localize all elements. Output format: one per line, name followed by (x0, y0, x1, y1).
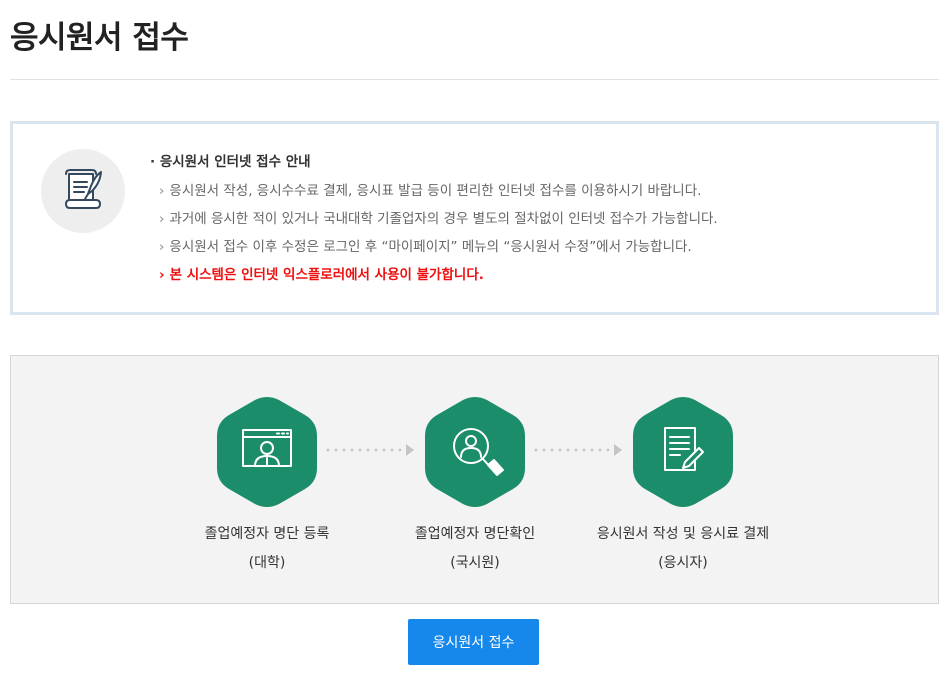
chevron-right-icon: › (159, 211, 165, 227)
step-sub: (국시원) (450, 555, 500, 571)
title-divider (10, 79, 939, 80)
notice-item: › 응시원서 접수 이후 수정은 로그인 후 “마이페이지” 메뉴의 “응시원서 … (159, 239, 692, 255)
person-search-icon (425, 397, 525, 507)
monitor-person-icon (217, 397, 317, 507)
step-register: 졸업예정자 명단 등록 (대학) (157, 396, 377, 574)
step-verify: 졸업예정자 명단확인 (국시원) (365, 396, 585, 574)
document-quill-icon (41, 149, 125, 233)
notice-box: · 응시원서 인터넷 접수 안내 › 응시원서 작성, 응시수수료 결제, 응시표… (10, 121, 939, 315)
notice-heading: · 응시원서 인터넷 접수 안내 (150, 154, 311, 170)
step-sub: (대학) (248, 555, 286, 571)
process-steps: 졸업예정자 명단 등록 (대학) 졸업예정자 명단확인 (국시원) 응시원서 작… (10, 355, 939, 604)
step-apply: 응시원서 작성 및 응시료 결제 (응시자) (573, 396, 793, 574)
step-label: 졸업예정자 명단확인 (414, 526, 536, 542)
step-label: 졸업예정자 명단 등록 (204, 526, 330, 542)
document-pen-icon (633, 397, 733, 507)
step-sub: (응시자) (658, 555, 708, 571)
chevron-right-icon: › (159, 183, 165, 199)
page-title: 응시원서 접수 (10, 20, 189, 56)
chevron-right-icon: › (159, 267, 165, 283)
notice-text: · 응시원서 인터넷 접수 안내 › 응시원서 작성, 응시수수료 결제, 응시표… (150, 152, 718, 293)
notice-item: › 응시원서 작성, 응시수수료 결제, 응시표 발급 등이 편리한 인터넷 접수… (159, 183, 702, 199)
notice-item: › 과거에 응시한 적이 있거나 국내대학 기졸업자의 경우 별도의 절차없이 인… (159, 211, 718, 227)
submit-application-button[interactable]: 응시원서 접수 (408, 619, 539, 665)
chevron-right-icon: › (159, 239, 165, 255)
notice-warning: › 본 시스템은 인터넷 익스플로러에서 사용이 불가합니다. (159, 267, 484, 283)
step-label: 응시원서 작성 및 응시료 결제 (596, 526, 770, 542)
